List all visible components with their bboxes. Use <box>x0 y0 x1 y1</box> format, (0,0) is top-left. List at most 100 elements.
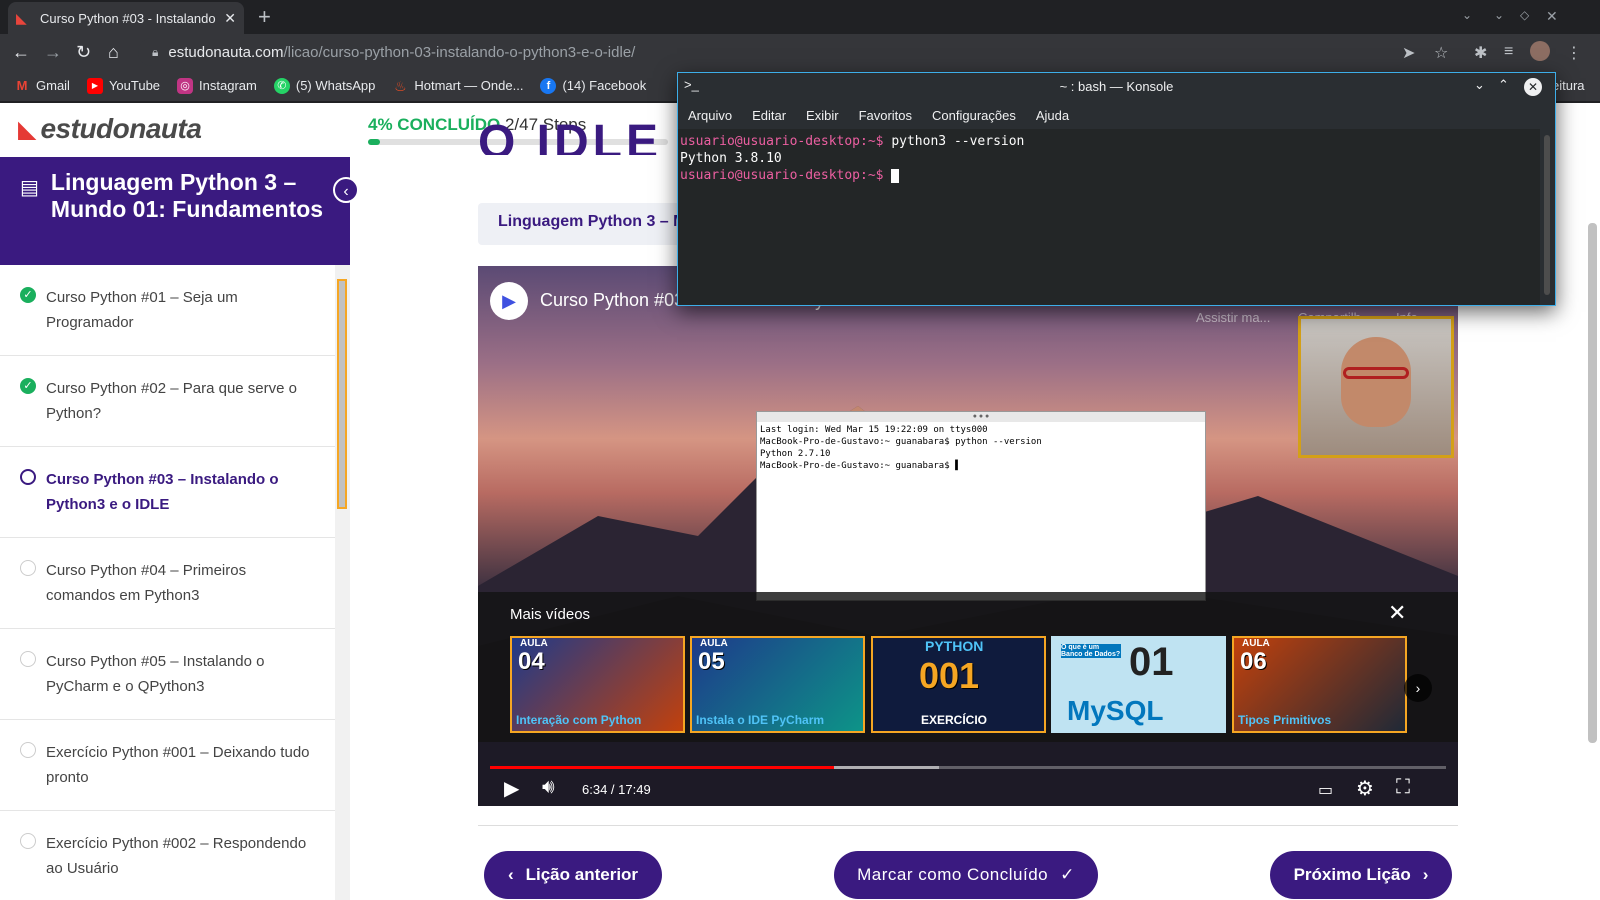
media-queue-icon[interactable]: ≡ <box>1504 43 1513 61</box>
lesson-item[interactable]: Exercício Python #002 – Respondendo ao U… <box>0 811 335 900</box>
lock-icon: 🔒︎ <box>152 44 159 59</box>
bookmark-facebook[interactable]: f (14) Facebook <box>540 77 646 94</box>
bookmark-gmail[interactable]: M Gmail <box>14 78 70 94</box>
site-logo[interactable]: ◣ estudonauta <box>18 113 202 145</box>
close-icon[interactable]: ✕ <box>1524 78 1542 96</box>
whatsapp-icon: ✆ <box>273 77 290 94</box>
lesson-item[interactable]: ✓ Curso Python #01 – Seja um Programador <box>0 265 335 356</box>
play-icon[interactable]: ▶ <box>504 776 519 801</box>
thumb-subtitle: Tipos Primitivos <box>1238 713 1332 727</box>
shell-prompt: usuario@usuario-desktop:~$ <box>680 168 884 183</box>
thumb-number: 001 <box>919 655 980 696</box>
tab-bar: ◣ Curso Python #03 - Instalando o Python… <box>0 0 1600 34</box>
new-tab-icon[interactable]: + <box>258 4 271 30</box>
terminal-line: Python 2.7.10 <box>760 449 831 459</box>
url-path: /licao/curso-python-03-instalando-o-pyth… <box>283 43 636 61</box>
bookmark-hotmart[interactable]: ♨ Hotmart — Onde... <box>392 78 523 94</box>
mark-complete-button[interactable]: Marcar como Concluído ✓ <box>834 851 1098 899</box>
chevron-left-icon: ‹ <box>507 865 514 884</box>
page-scrollbar[interactable] <box>1585 103 1600 900</box>
menu-editar[interactable]: Editar <box>752 108 786 123</box>
progress-played <box>490 766 835 769</box>
tab-search-icon[interactable]: ⌄ <box>1462 8 1472 22</box>
menu-exibir[interactable]: Exibir <box>806 108 839 123</box>
menu-configuracoes[interactable]: Configurações <box>932 108 1016 123</box>
close-tab-icon[interactable]: ✕ <box>224 10 236 27</box>
terminal-cursor <box>891 168 900 183</box>
presenter-face <box>1341 337 1411 427</box>
konsole-titlebar[interactable]: >_ ~ : bash — Konsole ⌄ ⌃ ✕ <box>678 73 1555 101</box>
subtitles-icon[interactable]: ▭ <box>1318 780 1333 800</box>
previous-lesson-button[interactable]: ‹ Lição anterior <box>484 851 662 899</box>
maximize-icon[interactable]: ◇ <box>1520 8 1529 22</box>
send-icon[interactable]: ➤ <box>1402 43 1415 63</box>
thumb-number: 05 <box>698 648 725 675</box>
browser-tab[interactable]: ◣ Curso Python #03 - Instalando o Python… <box>8 2 244 34</box>
shell-command <box>884 168 892 183</box>
close-icon[interactable]: ✕ <box>1388 600 1406 626</box>
terminal-line: usuario@usuario-desktop:~$ python3 --ver… <box>680 133 1538 150</box>
home-icon[interactable]: ⌂ <box>108 42 119 62</box>
breadcrumb[interactable]: Linguagem Python 3 – M <box>478 203 698 245</box>
extensions-icon[interactable]: ✱ <box>1474 43 1487 63</box>
circle-icon <box>20 560 36 576</box>
bookmark-instagram[interactable]: ◎ Instagram <box>177 77 257 94</box>
scrollbar-thumb[interactable] <box>1588 223 1597 743</box>
reload-icon[interactable]: ↻ <box>76 42 91 62</box>
watch-later-button[interactable]: Assistir ma... <box>1196 310 1270 325</box>
video-progress-bar[interactable] <box>490 766 1446 769</box>
terminal-scrollbar[interactable] <box>1540 129 1555 305</box>
konsole-window[interactable]: >_ ~ : bash — Konsole ⌄ ⌃ ✕ Arquivo Edit… <box>677 72 1556 306</box>
lesson-item-current[interactable]: Curso Python #03 – Instalando o Python3 … <box>0 447 335 538</box>
maximize-icon[interactable]: ⌃ <box>1498 77 1509 93</box>
thumb-subtitle: EXERCÍCIO <box>921 713 988 727</box>
menu-arquivo[interactable]: Arquivo <box>688 108 732 123</box>
thumb-number: 04 <box>518 648 545 675</box>
more-videos-label: Mais vídeos <box>510 606 591 623</box>
next-lesson-button[interactable]: Próximo Lição › <box>1270 851 1452 899</box>
document-icon: ▤ <box>20 177 39 199</box>
collapse-sidebar-button[interactable]: ‹ <box>333 177 359 203</box>
back-icon[interactable]: ← <box>12 42 30 62</box>
scrollbar-thumb[interactable] <box>337 279 347 509</box>
address-bar[interactable]: 🔒︎ estudonauta.com/licao/curso-python-03… <box>138 38 1408 66</box>
konsole-title: ~ : bash — Konsole <box>1059 79 1174 94</box>
bookmark-overflow[interactable]: eitura <box>1552 78 1585 93</box>
menu-ajuda[interactable]: Ajuda <box>1036 108 1069 123</box>
video-thumbnail[interactable]: O que é um Banco de Dados? 01 MySQL <box>1051 636 1226 733</box>
minimize-icon[interactable]: ⌄ <box>1474 77 1485 93</box>
lesson-item[interactable]: Exercício Python #001 – Deixando tudo pr… <box>0 720 335 811</box>
menu-favoritos[interactable]: Favoritos <box>859 108 912 123</box>
check-icon: ✓ <box>20 378 36 394</box>
window-close-icon[interactable]: ✕ <box>1546 8 1558 25</box>
browser-toolbar: ← → ↻ ⌂ 🔒︎ estudonauta.com/licao/curso-p… <box>0 34 1600 70</box>
thumb-aula: PYTHON <box>925 638 984 654</box>
forward-icon[interactable]: → <box>44 42 62 62</box>
menu-kebab-icon[interactable]: ⋮ <box>1566 43 1582 63</box>
bookmark-star-icon[interactable]: ☆ <box>1434 43 1448 63</box>
terminal-output[interactable]: usuario@usuario-desktop:~$ python3 --ver… <box>678 129 1540 305</box>
sidebar-scrollbar[interactable] <box>335 265 350 900</box>
channel-logo-icon[interactable]: ▶ <box>490 282 528 320</box>
lesson-item[interactable]: ✓ Curso Python #02 – Para que serve o Pyt… <box>0 356 335 447</box>
fullscreen-icon[interactable]: ⛶ <box>1396 776 1410 799</box>
lesson-item[interactable]: Curso Python #05 – Instalando o PyCharm … <box>0 629 335 720</box>
circle-icon <box>20 469 36 485</box>
profile-avatar[interactable] <box>1530 41 1550 61</box>
bookmark-whatsapp[interactable]: ✆ (5) WhatsApp <box>273 77 375 94</box>
scrollbar-thumb[interactable] <box>1544 135 1550 295</box>
shell-command: python3 --version <box>883 134 1025 149</box>
video-thumbnail[interactable]: AULA 06 Tipos Primitivos <box>1232 636 1407 733</box>
course-title[interactable]: Linguagem Python 3 – Mundo 01: Fundament… <box>51 169 330 253</box>
settings-gear-icon[interactable]: ⚙ <box>1356 776 1374 801</box>
video-thumbnail[interactable]: AULA 04 Interação com Python <box>510 636 685 733</box>
video-thumbnail[interactable]: AULA 05 Instala o IDE PyCharm <box>690 636 865 733</box>
video-thumbnail[interactable]: PYTHON 001 EXERCÍCIO <box>871 636 1046 733</box>
progress-buffered <box>834 766 940 769</box>
youtube-player[interactable]: ▶ Curso Python #03 - Instalando o Python… <box>478 266 1458 806</box>
volume-icon[interactable]: 🔊︎ <box>542 776 555 799</box>
lesson-item[interactable]: Curso Python #04 – Primeiros comandos em… <box>0 538 335 629</box>
bookmark-youtube[interactable]: ▶ YouTube <box>86 77 160 94</box>
minimize-icon[interactable]: ⌄ <box>1494 8 1504 22</box>
chevron-right-icon[interactable]: › <box>1404 674 1432 702</box>
